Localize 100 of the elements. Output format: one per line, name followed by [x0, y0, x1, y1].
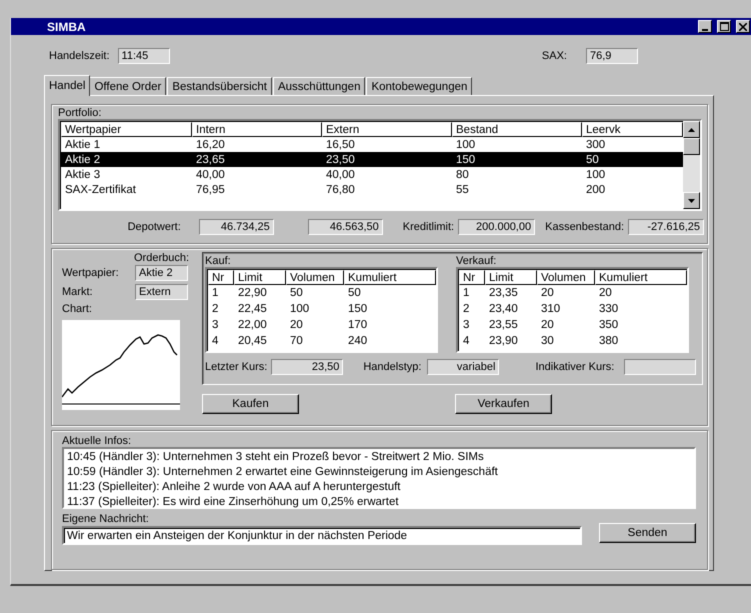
message-field[interactable]: Wir erwarten ein Ansteigen der Konjunktur in der nächsten Periode — [62, 526, 582, 545]
tab[interactable]: Offene Order — [89, 77, 166, 95]
value-field: 46.563,50 — [308, 219, 383, 235]
column-header: Nr — [208, 270, 234, 285]
table-cell[interactable]: 80 — [452, 167, 582, 182]
table-cell-text: 23,40 — [488, 302, 519, 317]
column-header: Kumuliert — [595, 270, 687, 285]
index-field: 76,9 — [586, 48, 638, 64]
column-header: Volumen — [537, 270, 595, 285]
table-cell-text: 2 — [211, 302, 220, 317]
value-field: 23,50 — [271, 359, 344, 375]
table-cell-text: 330 — [598, 302, 620, 317]
field-label: Eigene Nachricht: — [62, 513, 150, 525]
table-cell[interactable]: 76,95 — [192, 182, 322, 197]
field-label: Handelstyp: — [363, 361, 422, 373]
value-field: 200.000,00 — [458, 219, 536, 235]
field-label: Kassenbestand: — [545, 221, 624, 233]
field-label: Kreditlimit: — [402, 221, 454, 233]
table-cell[interactable]: 300 — [582, 137, 683, 152]
minimize-icon — [702, 28, 708, 30]
table-cell-text: 350 — [598, 318, 620, 333]
table-cell-text: 1 — [462, 286, 470, 301]
table-cell-text: 23,35 — [488, 286, 519, 301]
security-field: Aktie 2 — [135, 265, 188, 281]
value-field: 46.734,25 — [198, 219, 274, 235]
table-cell-text: 380 — [598, 334, 620, 349]
tab[interactable]: Handel — [44, 75, 90, 96]
field-label: Chart: — [62, 303, 93, 315]
table-cell[interactable]: Aktie 2 — [61, 152, 192, 167]
table-cell[interactable]: 200 — [582, 182, 683, 197]
table-cell-text: 50 — [347, 286, 362, 301]
window-title: SIMBA — [47, 20, 87, 34]
close-button[interactable] — [736, 20, 750, 33]
column-header: Volumen — [286, 270, 344, 285]
table-cell[interactable]: 16,50 — [322, 137, 452, 152]
column-header: Extern — [322, 122, 452, 137]
column-header: Bestand — [452, 122, 582, 137]
maximize-button[interactable] — [717, 20, 731, 33]
table-cell-text: 310 — [540, 302, 562, 317]
close-icon — [739, 22, 747, 30]
table-cell[interactable]: 23,65 — [192, 152, 322, 167]
table-cell-text: 20,45 — [237, 334, 268, 349]
table-cell-text: 2 — [462, 302, 470, 317]
field-label: SAX: — [542, 50, 567, 62]
table-cell[interactable]: 76,80 — [322, 182, 452, 197]
tab[interactable]: Ausschüttungen — [272, 77, 366, 95]
table-cell-text: 20 — [289, 318, 304, 333]
table-cell-text: 20 — [540, 318, 555, 333]
table-cell-text: 240 — [347, 334, 368, 349]
table-cell-text: 4 — [211, 334, 220, 349]
column-header: Limit — [485, 270, 537, 285]
news-item: 11:37 (Spielleiter): Es wird eine Zinserhöhung um 0,25% erwartet — [67, 495, 400, 510]
table-cell[interactable]: SAX-Zertifikat — [61, 182, 192, 197]
table-cell[interactable]: 150 — [452, 152, 582, 167]
group-title: Portfolio: — [58, 107, 102, 119]
table-cell-text: 23,55 — [488, 318, 519, 333]
table-cell-text: 100 — [289, 302, 310, 317]
column-header: Limit — [234, 270, 286, 285]
table-cell[interactable]: Aktie 1 — [61, 137, 192, 152]
scrollbar[interactable] — [683, 121, 700, 209]
column-header: Kumuliert — [344, 270, 436, 285]
field-label: Depotwert: — [128, 221, 181, 233]
table-cell[interactable]: 100 — [452, 137, 582, 152]
table-cell[interactable]: 55 — [452, 182, 582, 197]
table-cell-text: 1 — [211, 286, 220, 301]
table-cell-text: 170 — [347, 318, 368, 333]
table-cell[interactable]: 23,50 — [322, 152, 452, 167]
table-cell-text: 22,90 — [237, 286, 268, 301]
time-field: 11:45 — [118, 48, 170, 64]
table-cell[interactable]: 50 — [582, 152, 683, 167]
table-cell[interactable]: 100 — [582, 167, 683, 182]
scroll-thumb[interactable] — [683, 138, 700, 155]
send-button[interactable]: Senden — [599, 523, 696, 543]
field-label: Handelszeit: — [49, 50, 110, 62]
news-item: 10:59 (Händler 3): Unternehmen 2 erwartet eine Gewinnsteigerung im Asiengeschäft — [67, 465, 499, 480]
table-cell[interactable]: Aktie 3 — [61, 167, 192, 182]
maximize-icon — [720, 22, 728, 31]
table-cell-text: 3 — [211, 318, 220, 333]
group-title: Aktuelle Infos: — [62, 435, 132, 447]
news-item: 11:23 (Spielleiter): Anleihe 2 wurde von AAA auf A heruntergestuft — [67, 480, 402, 495]
news-item: 10:45 (Händler 3): Unternehmen 3 steht ein Prozeß bevor - Streitwert 2 Mio. SIMs — [67, 450, 485, 465]
tab[interactable]: Bestandsübersicht — [167, 77, 272, 95]
table-cell-text: 50 — [289, 286, 304, 301]
minimize-button[interactable] — [698, 20, 712, 33]
scroll-down-icon[interactable] — [688, 198, 695, 202]
table-cell-text: 30 — [540, 334, 555, 349]
field-label: Orderbuch: — [134, 252, 188, 264]
tab[interactable]: Kontobewegungen — [366, 77, 472, 95]
table-cell[interactable]: 40,00 — [322, 167, 452, 182]
table-cell-text: 22,45 — [237, 302, 268, 317]
buy-button[interactable]: Kaufen — [202, 394, 299, 414]
field-label: Indikativer Kurs: — [535, 361, 614, 373]
table-cell-text: 150 — [347, 302, 368, 317]
table-cell-text: 70 — [289, 334, 304, 349]
table-cell[interactable]: 16,20 — [192, 137, 322, 152]
column-header: Intern — [192, 122, 322, 137]
table-cell[interactable]: 40,00 — [192, 167, 322, 182]
sell-button[interactable]: Verkaufen — [455, 394, 552, 414]
table-cell-text: 4 — [462, 334, 470, 349]
scroll-up-icon[interactable] — [688, 128, 695, 132]
